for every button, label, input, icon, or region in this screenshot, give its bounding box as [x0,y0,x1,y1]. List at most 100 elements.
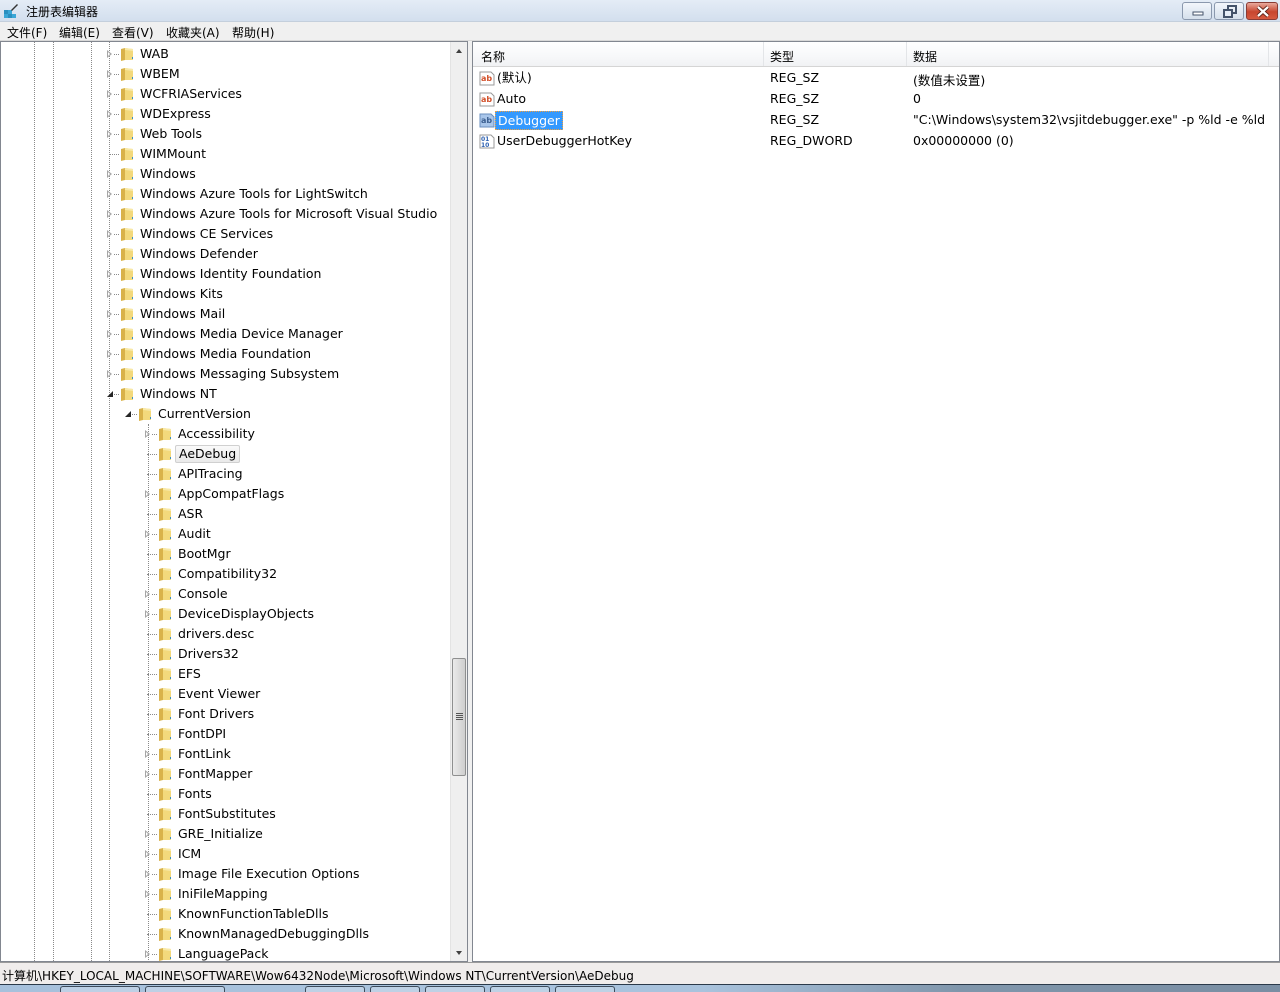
tree-item-label[interactable]: drivers.desc [175,626,257,642]
expand-arrow-icon[interactable] [107,250,112,258]
tree-item-label[interactable]: KnownFunctionTableDlls [175,906,332,922]
expand-arrow-icon[interactable] [107,90,112,98]
tree-item-label[interactable]: WDExpress [137,106,214,122]
registry-values-list[interactable]: 名称 类型 数据 ab (默认) REG_SZ (数值未设置) ab Auto REG_SZ… [472,41,1280,962]
tree-item-label[interactable]: Windows Azure Tools for LightSwitch [137,186,371,202]
expand-arrow-icon[interactable] [107,170,112,178]
expand-arrow-icon[interactable] [145,950,150,958]
expand-arrow-icon[interactable] [145,430,150,438]
tree-item[interactable]: Image File Execution Options [1,864,451,884]
value-row[interactable]: 01 10 UserDebuggerHotKey REG_DWORD 0x0000000… [473,131,1279,152]
tree-item-label[interactable]: GRE_Initialize [175,826,266,842]
value-name[interactable]: Debugger [495,111,563,130]
taskbar-button[interactable] [425,986,485,992]
registry-key-tree[interactable]: WAB WBEM WCFRIAServices WDExpress Web Tools W… [0,41,468,962]
tree-item[interactable]: Windows NT [1,384,451,404]
tree-item[interactable]: FontDPI [1,724,451,744]
scroll-up-button[interactable] [451,42,468,59]
scroll-down-button[interactable] [451,944,468,961]
tree-item-label[interactable]: Windows Defender [137,246,261,262]
tree-item[interactable]: EFS [1,664,451,684]
expand-arrow-icon[interactable] [107,130,112,138]
collapse-arrow-icon[interactable] [107,391,113,397]
tree-vertical-scrollbar[interactable] [450,42,467,961]
tree-item-label-selected[interactable]: AeDebug [175,445,241,463]
tree-item-label[interactable]: Windows Mail [137,306,228,322]
tree-item-label[interactable]: AppCompatFlags [175,486,287,502]
expand-arrow-icon[interactable] [107,70,112,78]
tree-item[interactable]: IniFileMapping [1,884,451,904]
tree-item[interactable]: Fonts [1,784,451,804]
expand-arrow-icon[interactable] [145,870,150,878]
tree-item[interactable]: drivers.desc [1,624,451,644]
tree-item-label[interactable]: CurrentVersion [155,406,254,422]
tree-item-label[interactable]: BootMgr [175,546,234,562]
tree-item[interactable]: WIMMount [1,144,451,164]
column-divider[interactable] [1268,42,1269,66]
tree-item[interactable]: Audit [1,524,451,544]
taskbar-button[interactable] [145,986,225,992]
tree-item[interactable]: BootMgr [1,544,451,564]
expand-arrow-icon[interactable] [145,530,150,538]
tree-item[interactable]: WBEM [1,64,451,84]
expand-arrow-icon[interactable] [107,50,112,58]
expand-arrow-icon[interactable] [107,270,112,278]
tree-item[interactable]: KnownManagedDebuggingDlls [1,924,451,944]
column-divider[interactable] [763,42,764,66]
tree-item-label[interactable]: Windows [137,166,199,182]
scroll-thumb[interactable] [452,658,466,776]
tree-item[interactable]: WAB [1,44,451,64]
tree-item[interactable]: Windows Defender [1,244,451,264]
expand-arrow-icon[interactable] [107,210,112,218]
tree-item-label[interactable]: Drivers32 [175,646,242,662]
tree-item[interactable]: KnownFunctionTableDlls [1,904,451,924]
column-divider[interactable] [906,42,907,66]
taskbar-button[interactable] [305,986,365,992]
tree-item-label[interactable]: Windows Media Foundation [137,346,314,362]
value-row[interactable]: ab Auto REG_SZ 0 [473,89,1279,110]
value-row[interactable]: ab (默认) REG_SZ (数值未设置) [473,68,1279,89]
tree-item-label[interactable]: KnownManagedDebuggingDlls [175,926,372,942]
menu-view[interactable]: 查看(V) [112,24,154,41]
tree-item[interactable]: Windows Azure Tools for LightSwitch [1,184,451,204]
expand-arrow-icon[interactable] [145,750,150,758]
tree-item-label[interactable]: Web Tools [137,126,205,142]
expand-arrow-icon[interactable] [145,770,150,778]
tree-item-label[interactable]: LanguagePack [175,946,271,961]
expand-arrow-icon[interactable] [107,190,112,198]
tree-item-label[interactable]: ASR [175,506,206,522]
tree-item[interactable]: APITracing [1,464,451,484]
tree-item-label[interactable]: WBEM [137,66,183,82]
tree-item-label[interactable]: FontDPI [175,726,229,742]
expand-arrow-icon[interactable] [107,330,112,338]
tree-item[interactable]: ASR [1,504,451,524]
tree-item-label[interactable]: Event Viewer [175,686,263,702]
expand-arrow-icon[interactable] [107,290,112,298]
tree-item[interactable]: Windows Messaging Subsystem [1,364,451,384]
tree-item-label[interactable]: IniFileMapping [175,886,271,902]
taskbar-button[interactable] [370,986,420,992]
tree-item-label[interactable]: Audit [175,526,214,542]
collapse-arrow-icon[interactable] [125,411,131,417]
tree-item-label[interactable]: Windows Identity Foundation [137,266,324,282]
tree-item-label[interactable]: APITracing [175,466,246,482]
menu-help[interactable]: 帮助(H) [232,24,274,41]
tree-item-label[interactable]: ICM [175,846,204,862]
tree-item-label[interactable]: Windows Azure Tools for Microsoft Visual… [137,206,440,222]
taskbar-button[interactable] [490,986,550,992]
expand-arrow-icon[interactable] [107,370,112,378]
restore-button[interactable] [1214,2,1244,20]
tree-item[interactable]: Event Viewer [1,684,451,704]
tree-item-label[interactable]: Console [175,586,231,602]
menu-file[interactable]: 文件(F) [7,24,47,41]
column-header-name[interactable]: 名称 [481,48,505,65]
tree-item-label[interactable]: WAB [137,46,172,62]
tree-item-label[interactable]: EFS [175,666,204,682]
value-name[interactable]: UserDebuggerHotKey [495,132,634,151]
tree-item[interactable]: Windows Media Device Manager [1,324,451,344]
tree-item[interactable]: Compatibility32 [1,564,451,584]
tree-item[interactable]: Font Drivers [1,704,451,724]
tree-item-label[interactable]: Font Drivers [175,706,257,722]
menu-edit[interactable]: 编辑(E) [59,24,100,41]
tree-item[interactable]: AeDebug [1,444,451,464]
